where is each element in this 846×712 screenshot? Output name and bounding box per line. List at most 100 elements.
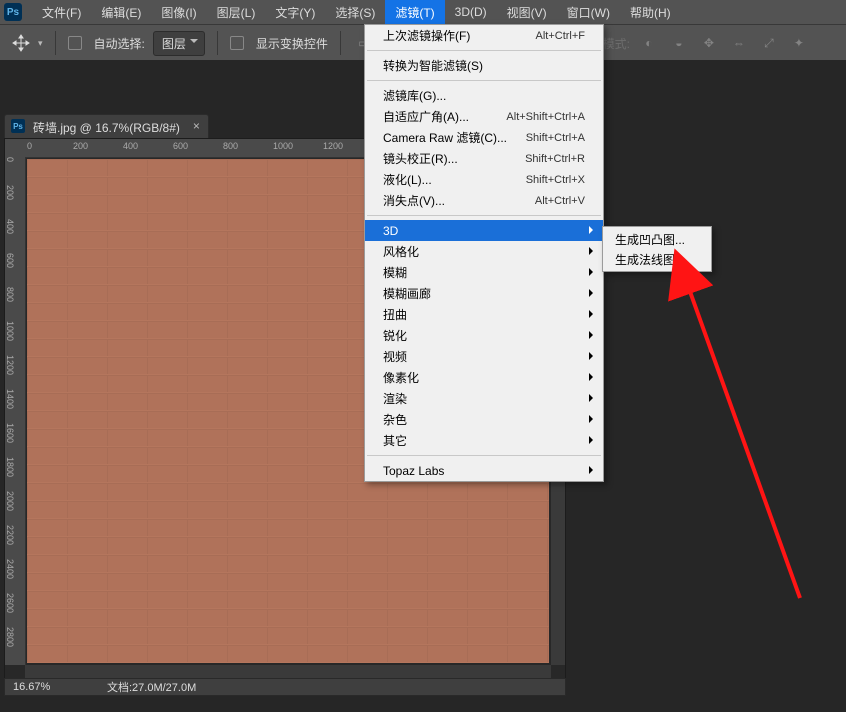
close-icon[interactable]: × <box>193 119 200 133</box>
menu-label: 杂色 <box>383 411 585 428</box>
submenu-arrow-icon <box>589 436 597 444</box>
menu-separator <box>367 455 601 456</box>
menu-label: 模糊 <box>383 264 585 281</box>
menu-item-pixelate[interactable]: 像素化 <box>365 367 603 388</box>
menu-view[interactable]: 视图(V) <box>497 0 557 25</box>
ruler-tick: 1000 <box>5 321 15 341</box>
ruler-tick: 2000 <box>5 491 15 511</box>
submenu-arrow-icon <box>589 352 597 360</box>
submenu-arrow-icon <box>589 415 597 423</box>
menu-item-liquify[interactable]: 液化(L)...Shift+Ctrl+X <box>365 169 603 190</box>
doc-size[interactable]: 文档:27.0M/27.0M <box>83 679 196 695</box>
menu-shortcut: Alt+Ctrl+V <box>535 195 585 207</box>
ruler-tick: 2400 <box>5 559 15 579</box>
menu-item-generate-bump[interactable]: 生成凹凸图... <box>603 229 711 249</box>
menu-separator <box>367 215 601 216</box>
menu-item-filter-gallery[interactable]: 滤镜库(G)... <box>365 85 603 106</box>
menu-image[interactable]: 图像(I) <box>151 0 206 25</box>
chevron-down-icon[interactable]: ▾ <box>38 38 43 49</box>
menu-item-camera-raw[interactable]: Camera Raw 滤镜(C)...Shift+Ctrl+A <box>365 127 603 148</box>
menu-item-generate-normal[interactable]: 生成法线图... <box>603 249 711 269</box>
menu-item-blur-gallery[interactable]: 模糊画廊 <box>365 283 603 304</box>
ruler-tick: 1400 <box>5 389 15 409</box>
menu-label: Camera Raw 滤镜(C)... <box>383 129 526 146</box>
menu-item-noise[interactable]: 杂色 <box>365 409 603 430</box>
menu-item-stylize[interactable]: 风格化 <box>365 241 603 262</box>
ruler-tick: 800 <box>223 141 238 151</box>
ruler-tick: 1200 <box>323 141 343 151</box>
menu-shortcut: Shift+Ctrl+A <box>526 132 585 144</box>
ruler-tick: 1600 <box>5 423 15 443</box>
menu-select[interactable]: 选择(S) <box>325 0 385 25</box>
menu-file[interactable]: 文件(F) <box>32 0 91 25</box>
ruler-tick: 600 <box>173 141 188 151</box>
ruler-tick: 1800 <box>5 457 15 477</box>
menu-label: 生成凹凸图... <box>615 231 699 248</box>
ruler-tick: 400 <box>123 141 138 151</box>
pan-3d-icon: ✥ <box>698 32 720 54</box>
auto-select-target[interactable]: 图层 <box>153 31 205 56</box>
menu-window[interactable]: 窗口(W) <box>557 0 620 25</box>
show-transform-checkbox[interactable] <box>230 36 244 50</box>
menu-item-adaptive-wide[interactable]: 自适应广角(A)...Alt+Shift+Ctrl+A <box>365 106 603 127</box>
menu-edit[interactable]: 编辑(E) <box>91 0 151 25</box>
move-tool-icon[interactable] <box>12 34 30 52</box>
menu-shortcut: Alt+Shift+Ctrl+A <box>506 111 585 123</box>
menu-item-other[interactable]: 其它 <box>365 430 603 451</box>
horizontal-scrollbar[interactable] <box>25 665 551 679</box>
menu-item-lens-correct[interactable]: 镜头校正(R)...Shift+Ctrl+R <box>365 148 603 169</box>
menu-item-3d[interactable]: 3D <box>365 220 603 241</box>
menu-shortcut: Alt+Ctrl+F <box>535 30 585 42</box>
separator <box>217 31 218 55</box>
menu-label: 生成法线图... <box>615 251 699 268</box>
filter-3d-submenu: 生成凹凸图... 生成法线图... <box>602 226 712 272</box>
menu-layer[interactable]: 图层(L) <box>207 0 266 25</box>
roll-3d-icon: ◒ <box>668 32 690 54</box>
document-title: 砖墙.jpg @ 16.7%(RGB/8#) <box>33 121 180 135</box>
menu-label: 扭曲 <box>383 306 585 323</box>
menu-filter[interactable]: 滤镜(T) <box>385 0 444 25</box>
ruler-tick: 600 <box>5 253 15 268</box>
ruler-tick: 0 <box>5 157 15 162</box>
menu-item-render[interactable]: 渲染 <box>365 388 603 409</box>
ruler-tick: 2800 <box>5 627 15 647</box>
menu-item-blur[interactable]: 模糊 <box>365 262 603 283</box>
menu-item-last-filter[interactable]: 上次滤镜操作(F) Alt+Ctrl+F <box>365 25 603 46</box>
separator <box>340 31 341 55</box>
filter-menu-dropdown: 上次滤镜操作(F) Alt+Ctrl+F 转换为智能滤镜(S) 滤镜库(G)..… <box>364 24 604 482</box>
submenu-arrow-icon <box>589 310 597 318</box>
submenu-arrow-icon <box>589 289 597 297</box>
menu-3d[interactable]: 3D(D) <box>445 1 497 23</box>
menu-item-vanishing[interactable]: 消失点(V)...Alt+Ctrl+V <box>365 190 603 211</box>
menu-type[interactable]: 文字(Y) <box>265 0 325 25</box>
menu-label: 消失点(V)... <box>383 192 535 209</box>
menu-item-convert-smart[interactable]: 转换为智能滤镜(S) <box>365 55 603 76</box>
zoom-value[interactable]: 16.67% <box>5 681 83 693</box>
menu-label: 锐化 <box>383 327 585 344</box>
menu-shortcut: Shift+Ctrl+R <box>525 153 585 165</box>
ruler-tick: 200 <box>5 185 15 200</box>
menu-separator <box>367 80 601 81</box>
submenu-arrow-icon <box>589 268 597 276</box>
auto-select-checkbox[interactable] <box>68 36 82 50</box>
ruler-tick: 2200 <box>5 525 15 545</box>
doc-icon: Ps <box>11 119 25 133</box>
menu-item-sharpen[interactable]: 锐化 <box>365 325 603 346</box>
submenu-arrow-icon <box>589 247 597 255</box>
ruler-tick: 1000 <box>273 141 293 151</box>
menu-label: 模糊画廊 <box>383 285 585 302</box>
menu-shortcut: Shift+Ctrl+X <box>526 174 585 186</box>
menu-help[interactable]: 帮助(H) <box>620 0 681 25</box>
menu-label: 其它 <box>383 432 585 449</box>
menu-label: 风格化 <box>383 243 585 260</box>
app-logo-icon: Ps <box>4 3 22 21</box>
submenu-arrow-icon <box>589 394 597 402</box>
menu-label: 像素化 <box>383 369 585 386</box>
menu-separator <box>367 50 601 51</box>
vertical-ruler[interactable]: 0 200 400 600 800 1000 1200 1400 1600 18… <box>5 157 26 665</box>
menu-item-topaz[interactable]: Topaz Labs <box>365 460 603 481</box>
menu-item-distort[interactable]: 扭曲 <box>365 304 603 325</box>
status-bar: 16.67% 文档:27.0M/27.0M <box>4 678 566 696</box>
show-transform-label: 显示变换控件 <box>256 35 328 52</box>
menu-item-video[interactable]: 视频 <box>365 346 603 367</box>
